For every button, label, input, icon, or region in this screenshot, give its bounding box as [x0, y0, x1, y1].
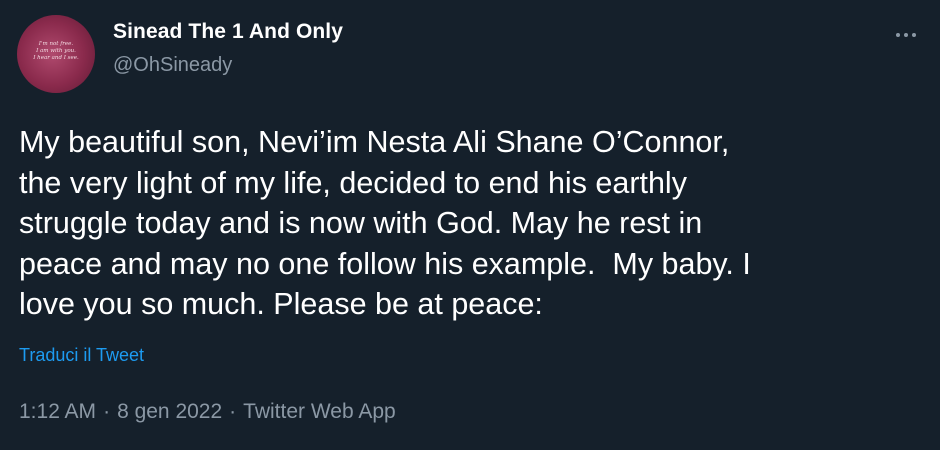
- tweet-date[interactable]: 8 gen 2022: [117, 400, 222, 424]
- author-display-name[interactable]: Sinead The 1 And Only: [113, 20, 343, 44]
- more-horizontal-icon: [896, 33, 916, 37]
- tweet-source[interactable]: Twitter Web App: [243, 400, 396, 424]
- tweet-time[interactable]: 1:12 AM: [19, 400, 96, 424]
- tweet-card: I'm not free. I am with you. I hear and …: [0, 0, 940, 450]
- author-handle[interactable]: @OhSineady: [113, 54, 232, 77]
- tweet-metadata: 1:12 AM · 8 gen 2022 · Twitter Web App: [19, 400, 396, 424]
- more-options-button[interactable]: [889, 20, 923, 50]
- meta-separator: ·: [229, 400, 237, 423]
- translate-tweet-link[interactable]: Traduci il Tweet: [19, 345, 144, 366]
- tweet-text: My beautiful son, Nevi’im Nesta Ali Shan…: [19, 125, 751, 321]
- meta-separator: ·: [103, 400, 111, 423]
- avatar-caption: I'm not free. I am with you. I hear and …: [33, 40, 79, 61]
- avatar[interactable]: I'm not free. I am with you. I hear and …: [17, 15, 95, 93]
